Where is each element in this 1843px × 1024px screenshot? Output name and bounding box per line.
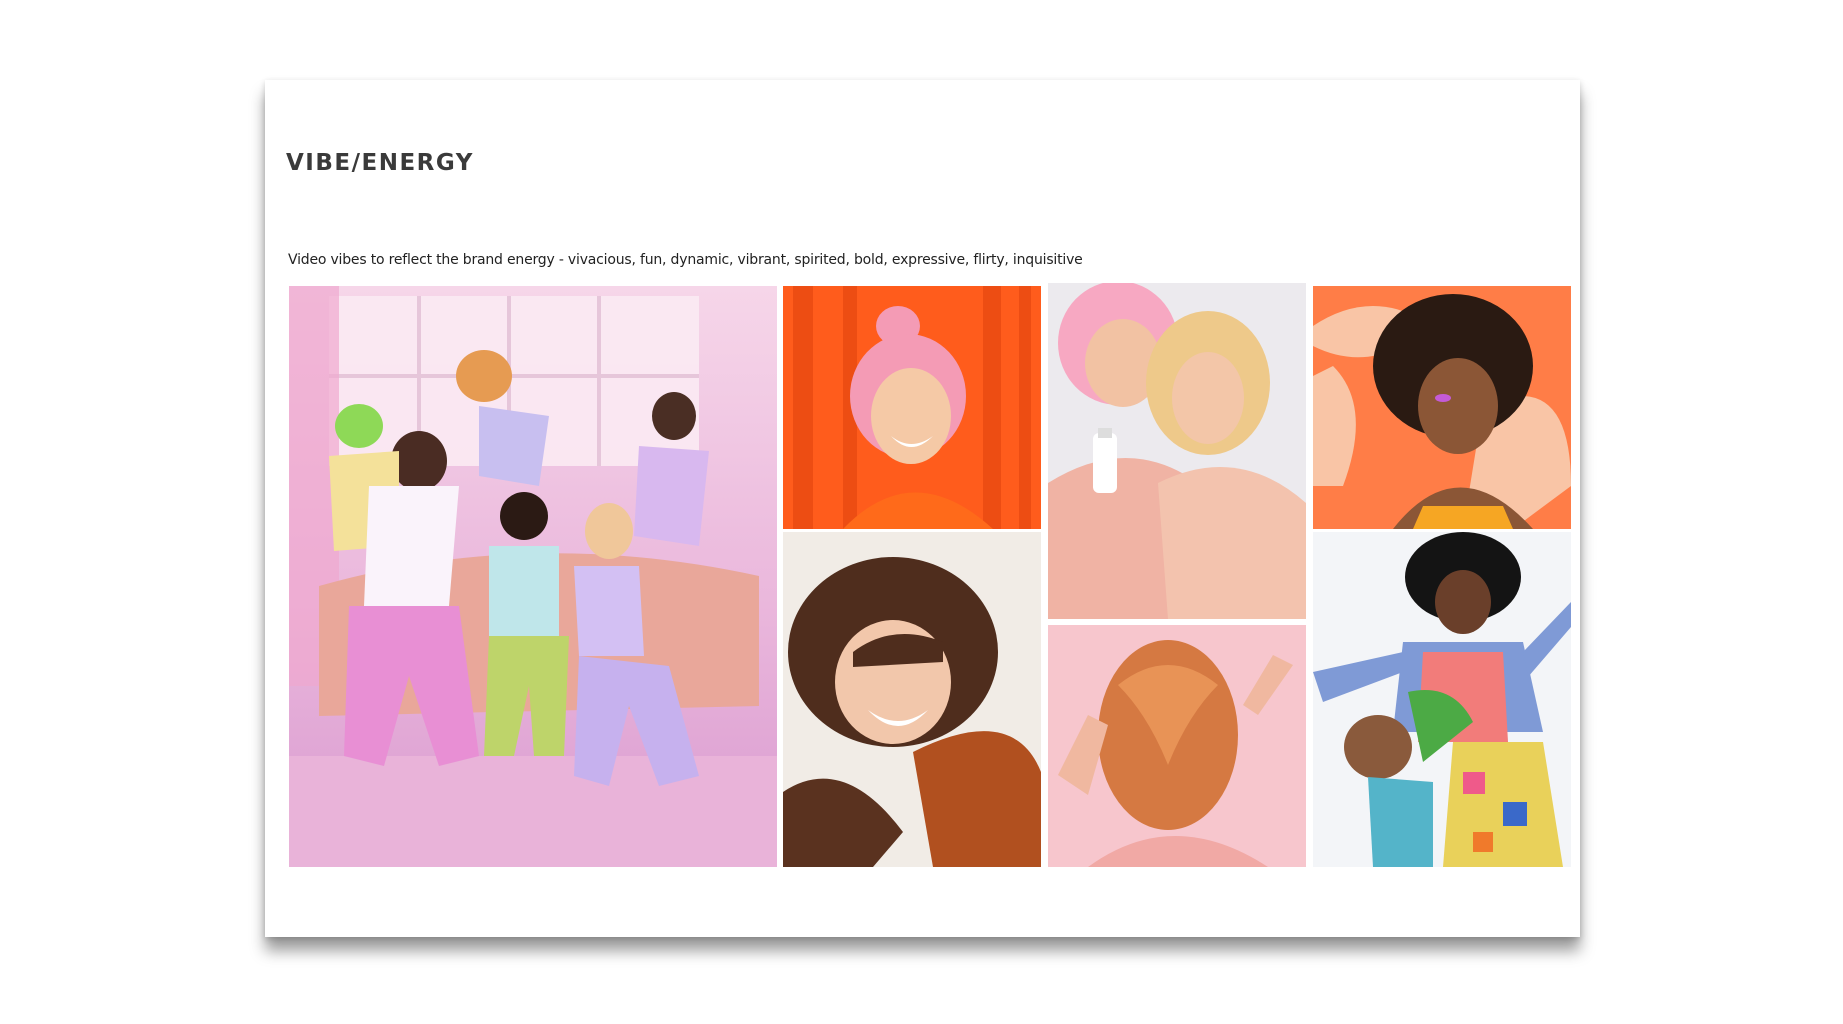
curly-hair-woman-photo bbox=[1313, 286, 1571, 529]
brunette-laughing-photo bbox=[783, 532, 1041, 867]
women-hugging-product-photo bbox=[1048, 283, 1306, 619]
copper-hair-flip-photo bbox=[1048, 625, 1306, 867]
slide-subtitle: Video vibes to reflect the brand energy … bbox=[288, 252, 1083, 268]
slide: VIBE/ENERGY Video vibes to reflect the b… bbox=[265, 80, 1580, 937]
two-women-patterned-outfits-photo bbox=[1313, 532, 1571, 867]
pink-bun-hair-photo bbox=[783, 286, 1041, 529]
slide-title: VIBE/ENERGY bbox=[286, 150, 474, 176]
group-friends-photo bbox=[289, 286, 777, 867]
